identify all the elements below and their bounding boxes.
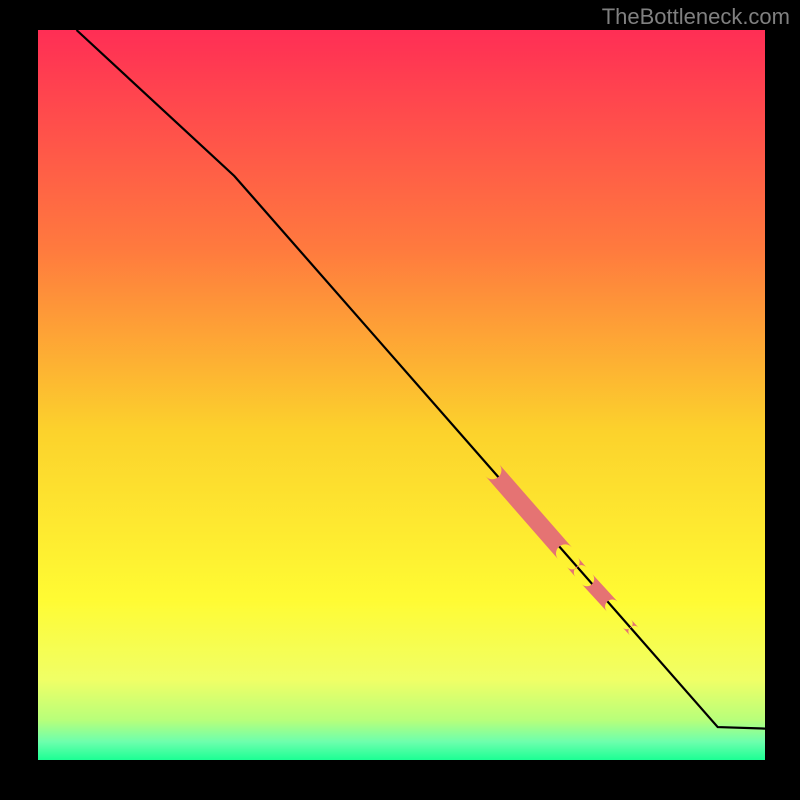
attribution-label: TheBottleneck.com — [602, 4, 790, 30]
chart-container: TheBottleneck.com — [0, 0, 800, 800]
plot-area — [38, 30, 765, 760]
chart-svg — [0, 0, 800, 800]
